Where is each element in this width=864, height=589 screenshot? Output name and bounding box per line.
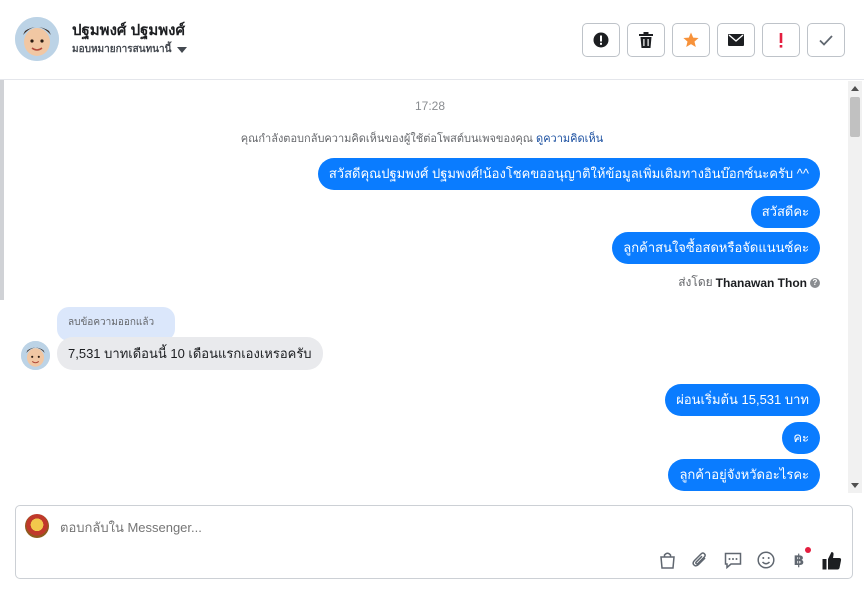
incoming-message[interactable]: 7,531 บาทเดือนนี้ 10 เดือนแรกเองเหรอครับ xyxy=(57,337,323,370)
header-actions xyxy=(582,23,845,57)
baht-icon: ฿ xyxy=(793,552,805,569)
assign-conversation[interactable]: มอบหมายการสนทนานี้ xyxy=(72,42,188,57)
like-button[interactable] xyxy=(822,550,842,570)
mark-done-button[interactable] xyxy=(807,23,845,57)
notification-dot xyxy=(805,547,811,553)
page-avatar xyxy=(25,514,49,538)
thumbs-up-icon xyxy=(822,551,842,570)
user-name[interactable]: ปฐมพงศ์ ปฐมพงศ์ xyxy=(72,18,185,42)
outgoing-message[interactable]: ผ่อนเริ่มต้น 15,531 บาท xyxy=(665,384,820,416)
sent-by-label: ส่งโดย xyxy=(678,275,713,289)
check-icon xyxy=(819,34,833,46)
composer-tools: ฿ xyxy=(657,547,842,570)
attach-button[interactable] xyxy=(690,550,710,570)
outgoing-message[interactable]: สวัสดีคะ xyxy=(750,196,820,228)
emoji-button[interactable] xyxy=(756,550,776,570)
conversation-header: ปฐมพงศ์ ปฐมพงศ์ มอบหมายการสนทนานี้ xyxy=(0,0,864,80)
outgoing-message[interactable]: ลูกค้าสนใจซื้อสดหรือจัดแนนซ์คะ xyxy=(612,232,820,264)
payment-button[interactable]: ฿ xyxy=(789,547,811,570)
reply-composer: ฿ xyxy=(15,505,853,579)
mark-important-button[interactable] xyxy=(762,23,800,57)
sender-avatar xyxy=(21,341,50,370)
alert-button[interactable] xyxy=(582,23,620,57)
user-avatar[interactable] xyxy=(15,17,59,61)
smiley-icon xyxy=(757,551,775,569)
conversation-panel: ปฐมพงศ์ ปฐมพงศ์ มอบหมายการสนทนานี้ 17:28… xyxy=(0,0,864,589)
email-button[interactable] xyxy=(717,23,755,57)
message-list: 17:28 คุณกำลังตอบกลับความคิดเห็นของผู้ใช… xyxy=(0,81,848,493)
reply-input[interactable] xyxy=(60,520,660,535)
saved-replies-button[interactable] xyxy=(723,550,743,570)
bag-icon xyxy=(659,551,676,569)
star-icon xyxy=(683,32,699,48)
outgoing-message[interactable]: คะ xyxy=(782,422,820,454)
exclamation-icon xyxy=(779,32,783,48)
comment-reply-notice: คุณกำลังตอบกลับความคิดเห็นของผู้ใช้ต่อโพ… xyxy=(0,129,844,147)
envelope-icon xyxy=(728,34,744,46)
scroll-thumb[interactable] xyxy=(850,97,860,137)
star-button[interactable] xyxy=(672,23,710,57)
scroll-down-arrow-icon[interactable] xyxy=(851,483,859,488)
sender-name: Thanawan Thon xyxy=(715,275,807,290)
deleted-message-label: ลบข้อความออกแล้ว xyxy=(57,307,175,341)
assign-label: มอบหมายการสนทนานี้ xyxy=(72,44,172,55)
sent-by-line: ส่งโดย Thanawan Thon ? xyxy=(678,273,820,292)
outgoing-message[interactable]: ลูกค้าอยู่จังหวัดอะไรคะ xyxy=(668,459,820,491)
caret-down-icon xyxy=(177,46,188,53)
shop-button[interactable] xyxy=(657,550,677,570)
notice-text: คุณกำลังตอบกลับความคิดเห็นของผู้ใช้ต่อโพ… xyxy=(240,133,533,145)
message-scrollbar[interactable] xyxy=(848,81,862,493)
chat-bubble-icon xyxy=(724,552,742,569)
alert-circle-icon xyxy=(593,32,609,48)
scroll-up-arrow-icon[interactable] xyxy=(851,86,859,91)
delete-button[interactable] xyxy=(627,23,665,57)
view-comment-link[interactable]: ดูความคิดเห็น xyxy=(536,133,603,145)
message-timestamp: 17:28 xyxy=(414,99,446,113)
trash-icon xyxy=(639,32,653,48)
info-icon[interactable]: ? xyxy=(810,277,820,288)
paperclip-icon xyxy=(691,551,709,569)
outgoing-message[interactable]: สวัสดีคุณปฐมพงศ์ ปฐมพงศ์!น้องโชคขออนุญาต… xyxy=(317,158,820,190)
